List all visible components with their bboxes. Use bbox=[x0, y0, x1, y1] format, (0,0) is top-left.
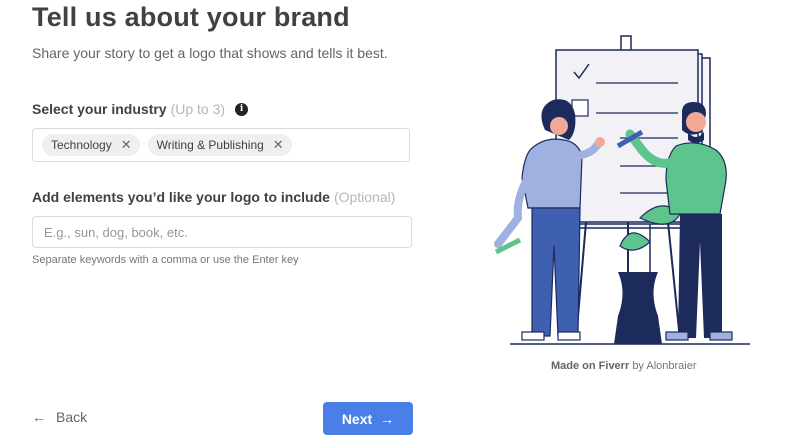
arrow-right-icon: → bbox=[380, 410, 395, 427]
industry-label-row: Select your industry (Up to 3) i bbox=[32, 101, 249, 117]
elements-optional: (Optional) bbox=[333, 189, 396, 205]
info-icon[interactable]: i bbox=[235, 102, 249, 116]
next-button[interactable]: Next → bbox=[323, 402, 413, 435]
tag-label: Writing & Publishing bbox=[156, 138, 264, 152]
next-label: Next bbox=[341, 410, 373, 427]
industry-limit: (Up to 3) bbox=[170, 101, 226, 117]
elements-label: Add elements you’d like your logo to inc… bbox=[32, 189, 330, 205]
elements-hint: Separate keywords with a comma or use th… bbox=[32, 254, 299, 266]
industry-tag: Technology ✕ bbox=[42, 134, 140, 156]
elements-label-row: Add elements you’d like your logo to inc… bbox=[32, 189, 395, 205]
brand-illustration bbox=[494, 35, 750, 345]
tag-label: Technology bbox=[51, 138, 112, 152]
arrow-left-icon: ← bbox=[32, 409, 46, 425]
credit-author: by Alonbraier bbox=[632, 360, 697, 372]
page-title: Tell us about your brand bbox=[32, 2, 350, 32]
industry-label: Select your industry bbox=[32, 101, 167, 117]
industry-tag-input[interactable]: Technology ✕ Writing & Publishing ✕ bbox=[32, 128, 410, 162]
illustration-credit: Made on Fiverr by Alonbraier bbox=[551, 360, 697, 372]
back-label: Back bbox=[56, 409, 88, 425]
close-icon[interactable]: ✕ bbox=[121, 137, 132, 153]
elements-input[interactable] bbox=[32, 216, 412, 248]
page-subtitle: Share your story to get a logo that show… bbox=[32, 45, 388, 61]
credit-brand[interactable]: Made on Fiverr bbox=[551, 360, 629, 372]
close-icon[interactable]: ✕ bbox=[273, 137, 284, 153]
back-button[interactable]: ← Back bbox=[32, 409, 87, 425]
industry-tag: Writing & Publishing ✕ bbox=[147, 134, 292, 156]
